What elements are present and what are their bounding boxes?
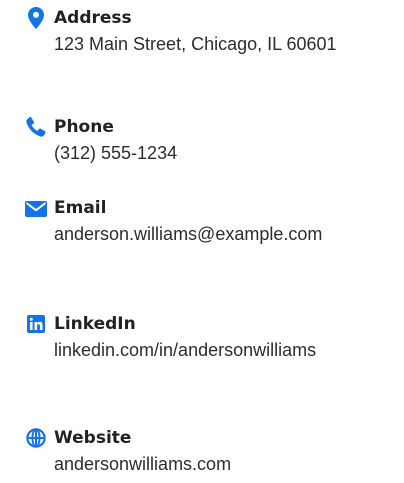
envelope-icon xyxy=(18,196,54,217)
linkedin-icon xyxy=(18,312,54,333)
website-value: andersonwilliams.com xyxy=(54,454,232,474)
email-label: Email xyxy=(54,198,107,218)
address-value: 123 Main Street, Chicago, IL 60601 xyxy=(54,34,337,54)
email-value: anderson.williams@example.com xyxy=(54,224,323,244)
contact-item-address: Address 123 Main Street, Chicago, IL 606… xyxy=(18,6,388,58)
phone-icon xyxy=(18,115,54,138)
map-pin-icon xyxy=(18,6,54,29)
contact-item-linkedin: LinkedIn linkedin.com/in/andersonwilliam… xyxy=(18,312,388,364)
website-label: Website xyxy=(54,428,132,448)
address-label: Address xyxy=(54,8,132,28)
contact-item-phone: Phone (312) 555-1234 xyxy=(18,115,388,167)
contact-item-website: Website andersonwilliams.com xyxy=(18,426,388,478)
phone-value: (312) 555-1234 xyxy=(54,143,178,163)
linkedin-label: LinkedIn xyxy=(54,314,136,334)
phone-label: Phone xyxy=(54,117,114,137)
linkedin-value: linkedin.com/in/andersonwilliams xyxy=(54,340,317,360)
contact-item-email: Email anderson.williams@example.com xyxy=(18,196,388,248)
globe-icon xyxy=(18,426,54,448)
